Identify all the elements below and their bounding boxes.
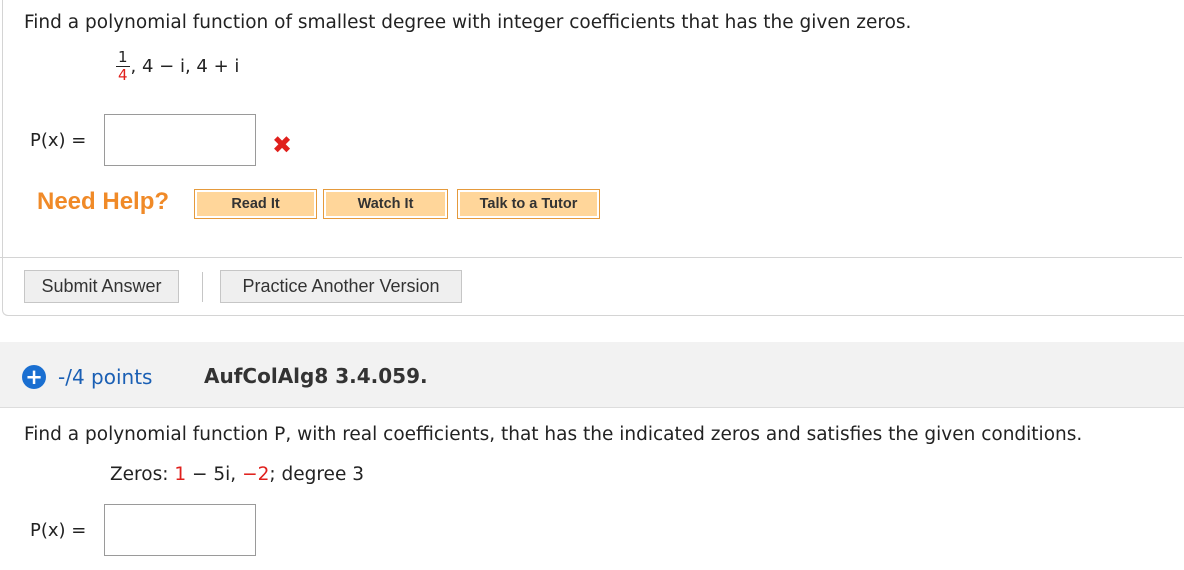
practice-another-version-button[interactable]: Practice Another Version — [220, 270, 462, 303]
degree-text: ; degree 3 — [269, 464, 364, 485]
question-1-prompt-text: Find a polynomial function of smallest d… — [24, 12, 912, 33]
question-2-header — [0, 342, 1184, 408]
zeros-rest: , 4 − i, 4 + i — [130, 56, 240, 77]
talk-to-tutor-button[interactable]: Talk to a Tutor — [457, 189, 600, 219]
question-2-prompt: Find a polynomial function P, with real … — [24, 424, 1083, 445]
divider — [0, 257, 1182, 258]
answer-label-2: P(x) = — [30, 520, 87, 541]
watch-it-button[interactable]: Watch It — [323, 189, 448, 219]
zero-b: −2 — [242, 464, 270, 485]
zero-fraction: 1 4 — [116, 50, 130, 83]
answer-input-2[interactable] — [104, 504, 256, 556]
fraction-numerator: 1 — [116, 48, 130, 67]
zero-a-imaginary-part: − 5i, — [192, 464, 237, 485]
question-id: AufColAlg8 3.4.059. — [204, 364, 428, 388]
incorrect-icon: ✖ — [272, 131, 293, 159]
points-label: -/4 points — [58, 365, 153, 389]
need-help-label: Need Help? — [37, 188, 170, 215]
question-2-zeros: Zeros: 1 − 5i, −2; degree 3 — [110, 464, 364, 485]
button-separator — [202, 272, 203, 302]
expand-plus-icon[interactable]: + — [22, 365, 46, 389]
zeros-label: Zeros: — [110, 464, 169, 485]
read-it-button[interactable]: Read It — [194, 189, 317, 219]
fraction-denominator: 4 — [118, 66, 128, 84]
zero-a-real-part: 1 — [174, 464, 187, 485]
answer-input[interactable] — [104, 114, 256, 166]
question-1-zeros: 1 4 , 4 − i, 4 + i — [116, 50, 239, 83]
submit-answer-button[interactable]: Submit Answer — [24, 270, 179, 303]
answer-label: P(x) = — [30, 130, 87, 151]
question-1-prompt: Find a polynomial function of smallest d… — [24, 12, 911, 33]
